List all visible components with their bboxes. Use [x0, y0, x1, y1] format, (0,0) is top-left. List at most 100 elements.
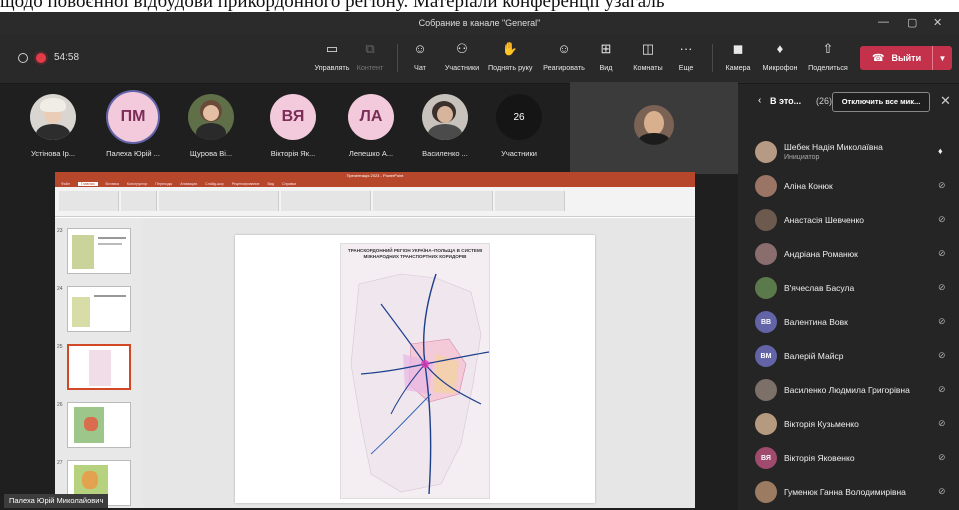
mic-muted-icon: ⊘ — [938, 214, 946, 224]
share-button[interactable]: ⇧ Поделиться — [806, 39, 850, 72]
participant-row[interactable]: ВМ Валерій Майср ⊘ — [738, 340, 959, 372]
avatar — [634, 105, 674, 145]
video-tile[interactable] — [570, 82, 738, 174]
participant-tile[interactable]: ВЯ Вікторія Як... — [257, 94, 329, 158]
camera-button[interactable]: ◼ Камера — [716, 39, 760, 72]
participant-row[interactable]: Василенко Людмила Григорівна ⊘ — [738, 374, 959, 406]
participant-row[interactable]: ВВ Валентина Вовк ⊘ — [738, 306, 959, 338]
avatar — [422, 94, 468, 140]
slide-thumbnail[interactable] — [67, 228, 131, 274]
participant-tile[interactable]: Устінова Ір... — [17, 94, 89, 158]
avatar — [755, 141, 777, 163]
participant-role: Инициатор — [784, 154, 820, 161]
participant-name: Шебек Надія Миколаївна — [784, 142, 883, 152]
powerpoint-titlebar: Презентація 2023 - PowerPoint — [55, 172, 695, 180]
view-button[interactable]: ⊞ Вид — [584, 39, 628, 72]
mic-muted-icon: ⊘ — [938, 316, 946, 326]
participant-count: (26) — [816, 96, 833, 106]
title-bar: Собрание в канале "General" — ▢ ✕ — [0, 12, 959, 34]
avatar — [755, 481, 777, 503]
map-image: ТРАНСКОРДОННИЙ РЕГІОН УКРАЇНА–ПОЛЬЩА В С… — [340, 243, 490, 499]
caption-text: щодо повоєнної відбудови прикордонного р… — [0, 0, 665, 12]
maximize-icon[interactable]: ▢ — [907, 16, 917, 29]
share-icon: ⇧ — [822, 41, 834, 56]
participant-name: Василенко Людмила Григорівна — [784, 385, 910, 395]
mic-muted-icon: ⊘ — [938, 418, 946, 428]
recording-icon — [36, 52, 46, 63]
leave-button[interactable]: ☎ Выйти ▼ — [860, 46, 952, 70]
participant-row[interactable]: Анастасія Шевченко ⊘ — [738, 204, 959, 236]
shield-icon — [18, 52, 28, 63]
participant-name: Валерій Майср — [784, 351, 844, 361]
mic-button[interactable]: ♦ Микрофон — [758, 39, 802, 72]
participant-tile[interactable]: Василенко ... — [409, 94, 481, 158]
participant-tile[interactable]: ПМ Палеха Юрій ... — [97, 92, 169, 158]
teams-meeting-window: щодо повоєнної відбудови прикордонного р… — [0, 0, 959, 510]
avatar: ЛА — [348, 94, 394, 140]
more-button[interactable]: ··· Еще — [664, 39, 708, 72]
participant-tile[interactable]: Щурова Ві... — [175, 94, 247, 158]
avatar — [755, 277, 777, 299]
chevron-left-icon[interactable]: ‹ — [758, 95, 761, 106]
slide-thumbnail[interactable] — [67, 286, 131, 332]
mic-muted-icon: ⊘ — [938, 384, 946, 394]
participant-tile[interactable]: ЛА Лепешко А... — [335, 94, 407, 158]
participant-row[interactable]: ВЯ Вікторія Яковенко ⊘ — [738, 442, 959, 474]
participant-name: Валентина Вовк — [784, 317, 848, 327]
meeting-timer: 54:58 — [54, 52, 80, 63]
microphone-icon: ♦ — [776, 41, 784, 56]
participant-row[interactable]: В'ячеслав Басула ⊘ — [738, 272, 959, 304]
content-button[interactable]: ⧉ Контент — [348, 39, 392, 72]
close-icon[interactable]: ✕ — [940, 93, 951, 109]
close-window-icon[interactable]: ✕ — [933, 16, 942, 29]
avatar: ВВ — [755, 311, 777, 333]
more-dots-icon: ··· — [679, 41, 693, 56]
meeting-toolbar: 54:58 ▭ Управлять ⧉ Контент ☺ Чат ⚇ Участник… — [0, 34, 959, 84]
avatar — [755, 379, 777, 401]
participant-name: Вікторія Яковенко — [784, 453, 855, 463]
toolbar-divider — [712, 44, 713, 72]
avatar — [188, 94, 234, 140]
participant-name: Устінова Ір... — [30, 149, 76, 158]
mute-all-button[interactable]: Отключить все мик... — [832, 92, 930, 112]
minimize-icon[interactable]: — — [878, 16, 889, 28]
camera-off-icon: ◼ — [732, 41, 744, 56]
participant-name: Анастасія Шевченко — [784, 215, 865, 225]
avatar: ВЯ — [755, 447, 777, 469]
chat-button[interactable]: ☺ Чат — [398, 39, 442, 72]
avatar — [755, 209, 777, 231]
participant-name: Лепешко А... — [348, 149, 394, 158]
raise-hand-button[interactable]: ✋ Поднять руку — [488, 39, 532, 72]
mic-muted-icon: ⊘ — [938, 180, 946, 190]
participant-row[interactable]: Гуменюк Ганна Володимирівна ⊘ — [738, 476, 959, 508]
participants-button[interactable]: ⚇ Участники — [438, 39, 486, 72]
more-participants-tile[interactable]: 26 Участники — [483, 94, 555, 158]
slide-thumbnail-selected[interactable] — [67, 344, 131, 390]
avatar: ВЯ — [270, 94, 316, 140]
participant-name: В'ячеслав Басула — [784, 283, 855, 293]
chevron-down-icon[interactable]: ▼ — [932, 46, 952, 70]
react-button[interactable]: ☺ Реагировать — [542, 39, 586, 72]
mic-muted-icon: ⊘ — [938, 248, 946, 258]
participant-row[interactable]: Аліна Конюк ⊘ — [738, 170, 959, 202]
participant-name: Аліна Конюк — [784, 181, 833, 191]
participants-panel: ‹ В это... (26) Отключить все мик... ✕ Ш… — [738, 84, 959, 510]
mic-muted-icon: ⊘ — [938, 350, 946, 360]
avatar: ПМ — [108, 92, 158, 142]
shared-screen: Презентація 2023 - PowerPoint Файл Главн… — [55, 172, 695, 508]
participant-count-badge: 26 — [496, 94, 542, 140]
avatar — [755, 243, 777, 265]
participant-name: Щурова Ві... — [189, 149, 233, 158]
participant-row[interactable]: Андріана Романюк ⊘ — [738, 238, 959, 270]
panel-header: ‹ В это... (26) Отключить все мик... ✕ — [738, 84, 959, 120]
slide-thumbnail[interactable] — [67, 402, 131, 448]
smile-icon: ☺ — [557, 41, 571, 56]
content-icon: ⧉ — [365, 41, 375, 56]
participant-row[interactable]: Шебек Надія Миколаївна Инициатор ♦ — [738, 136, 959, 168]
mic-muted-icon: ⊘ — [938, 452, 946, 462]
phone-icon: ☎ — [872, 52, 885, 64]
participant-row[interactable]: Вікторія Кузьменко ⊘ — [738, 408, 959, 440]
avatar — [755, 413, 777, 435]
current-slide: ТРАНСКОРДОННИЙ РЕГІОН УКРАЇНА–ПОЛЬЩА В С… — [235, 235, 595, 503]
participant-name: Гуменюк Ганна Володимирівна — [784, 487, 906, 497]
